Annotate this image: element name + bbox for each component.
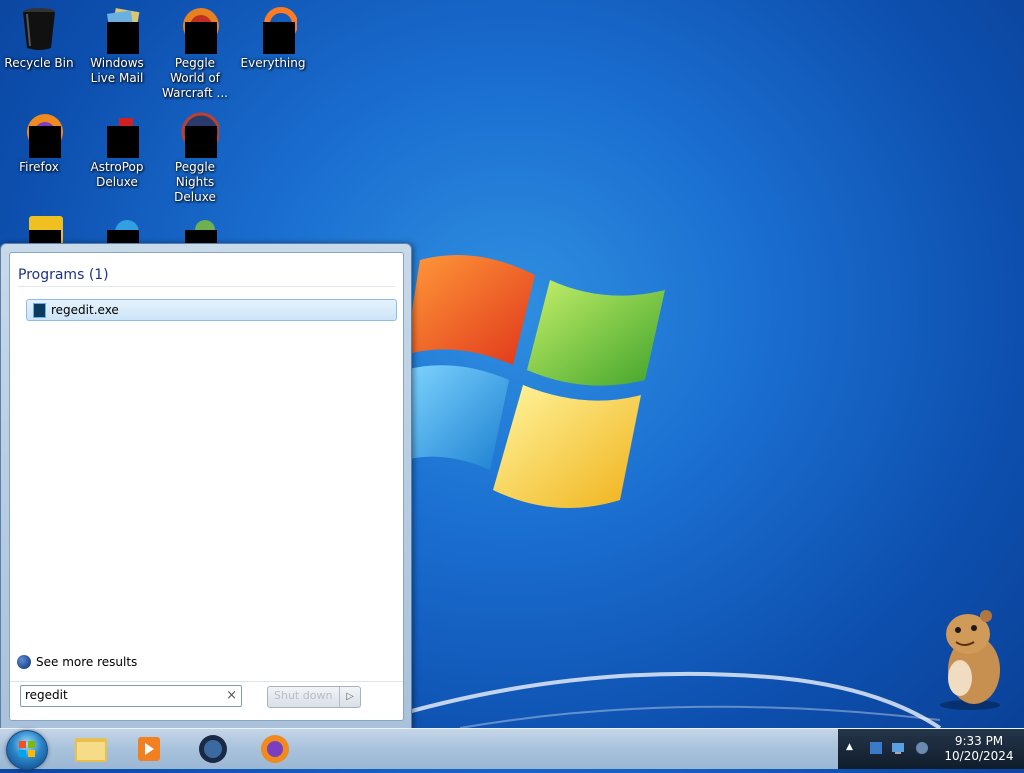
icon-label: Peggle World of Warcraft ... (162, 56, 228, 100)
bottom-divider (10, 681, 403, 682)
see-more-results-link[interactable]: See more results (17, 653, 137, 671)
start-search-box[interactable]: × (20, 685, 242, 707)
result-item-regedit[interactable]: regedit.exe (26, 299, 397, 321)
desktop-icon-windows-live-mail[interactable]: Windows Live Mail (78, 6, 156, 86)
icon-label: Windows Live Mail (90, 56, 144, 85)
clock[interactable]: 9:33 PM 10/20/2024 (938, 734, 1020, 764)
firefox-icon (261, 735, 289, 763)
icon-label: Recycle Bin (4, 56, 74, 70)
tray-app-icon[interactable] (868, 740, 884, 756)
system-tray: ▲ 9:33 PM 10/20/2024 (838, 729, 1024, 769)
peggle-wow-icon (171, 6, 219, 54)
search-globe-icon (17, 655, 31, 669)
taskbar: ▲ 9:33 PM 10/20/2024 (0, 728, 1024, 770)
windows-flag-icon (19, 741, 35, 757)
folder-icon (75, 738, 107, 762)
everything-icon (249, 6, 298, 54)
start-button[interactable] (6, 730, 48, 770)
heading-divider (18, 286, 395, 287)
clear-search-icon[interactable]: × (226, 687, 237, 704)
start-menu: Programs (1) regedit.exe See more result… (0, 243, 412, 730)
taskbar-media-player[interactable] (120, 732, 178, 766)
desktop-icon-everything[interactable]: Everything (234, 6, 312, 71)
hamster-gadget (940, 610, 1000, 710)
regedit-icon (33, 303, 46, 318)
volume-icon[interactable] (914, 740, 930, 756)
recycle-bin-icon (15, 6, 63, 52)
windows-logo-wallpaper (405, 255, 665, 508)
icon-label: Peggle Nights Deluxe (174, 160, 216, 204)
network-icon[interactable] (890, 740, 906, 756)
desktop-icon-peggle-wow[interactable]: Peggle World of Warcraft ... (156, 6, 234, 101)
media-player-icon (138, 737, 160, 761)
desktop-icon-astropop[interactable]: AstroPop Deluxe (78, 110, 156, 190)
desktop-icon-peggle-nights[interactable]: Peggle Nights Deluxe (156, 110, 234, 205)
shutdown-label: Shut down (274, 689, 333, 702)
taskbar-firefox[interactable] (246, 732, 304, 766)
astropop-icon (93, 110, 141, 158)
shutdown-button[interactable]: Shut down ▷ (267, 686, 361, 708)
show-hidden-icons-icon[interactable]: ▲ (846, 742, 853, 752)
taskbar-explorer[interactable] (62, 732, 120, 766)
wallpaper-swoosh (380, 671, 942, 728)
windows-live-mail-icon (93, 6, 141, 54)
see-more-label: See more results (36, 655, 138, 669)
clock-time: 9:33 PM (954, 734, 1004, 748)
clock-date: 10/20/2024 (944, 749, 1014, 763)
start-search-input[interactable] (25, 687, 215, 703)
taskbar-app[interactable] (184, 732, 242, 766)
peggle-nights-icon (171, 110, 221, 158)
shutdown-options-icon[interactable]: ▷ (339, 687, 360, 707)
desktop-icon-firefox[interactable]: Firefox (0, 110, 78, 175)
icon-label: Everything (240, 56, 306, 70)
desktop-icon-recycle-bin[interactable]: Recycle Bin (0, 6, 78, 71)
search-results-panel: Programs (1) regedit.exe See more result… (9, 252, 404, 721)
firefox-icon (15, 110, 63, 158)
icon-label: AstroPop Deluxe (90, 160, 144, 189)
app-globe-icon (199, 735, 227, 763)
result-label: regedit.exe (51, 303, 119, 317)
programs-heading: Programs (1) (18, 267, 109, 283)
icon-label: Firefox (19, 160, 59, 174)
